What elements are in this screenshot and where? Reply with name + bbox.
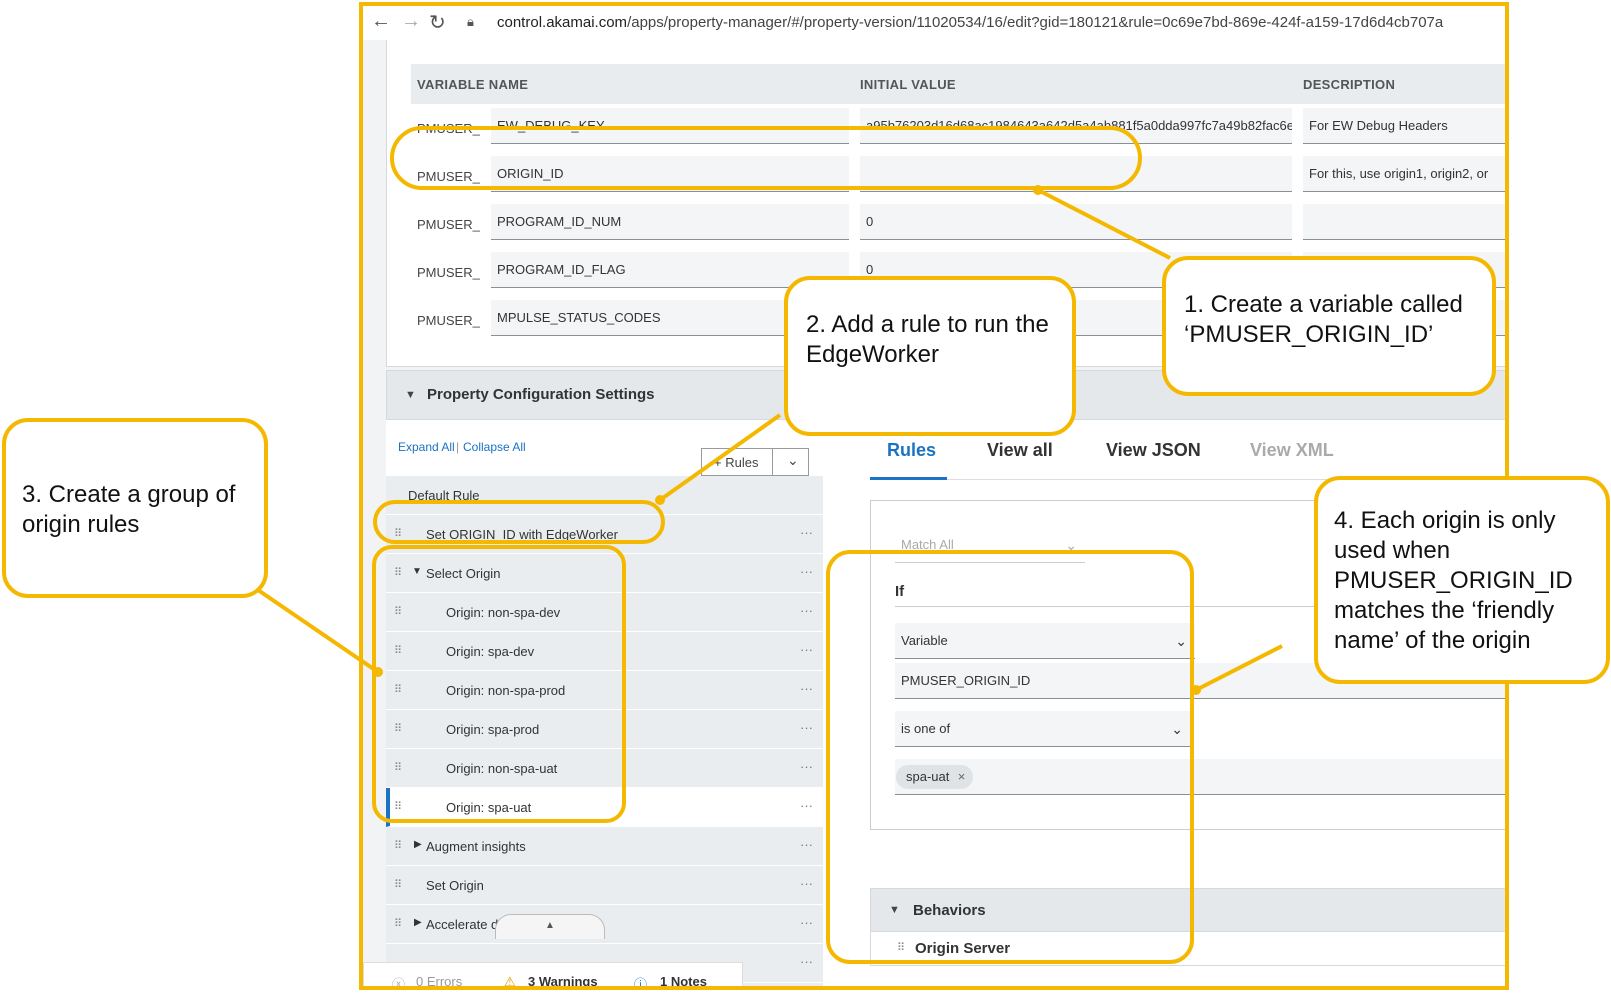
connector-dot-1 <box>1033 185 1043 195</box>
callout-step-1: 1. Create a variable called ‘PMUSER_ORIG… <box>1162 256 1496 396</box>
connector-line-2 <box>658 413 782 502</box>
callout-step-2: 2. Add a rule to run the EdgeWorker <box>784 276 1076 436</box>
connector-dot-2 <box>655 495 665 505</box>
connector-dot-4 <box>1191 685 1201 695</box>
connector-line-1 <box>1037 188 1171 260</box>
callout-step-4: 4. Each origin is only used when PMUSER_… <box>1314 476 1610 684</box>
callout-step-3: 3. Create a group of origin rules <box>2 418 268 598</box>
connector-line-4 <box>1195 644 1283 692</box>
connector-line-3 <box>256 588 380 674</box>
connector-dot-3 <box>373 667 383 677</box>
